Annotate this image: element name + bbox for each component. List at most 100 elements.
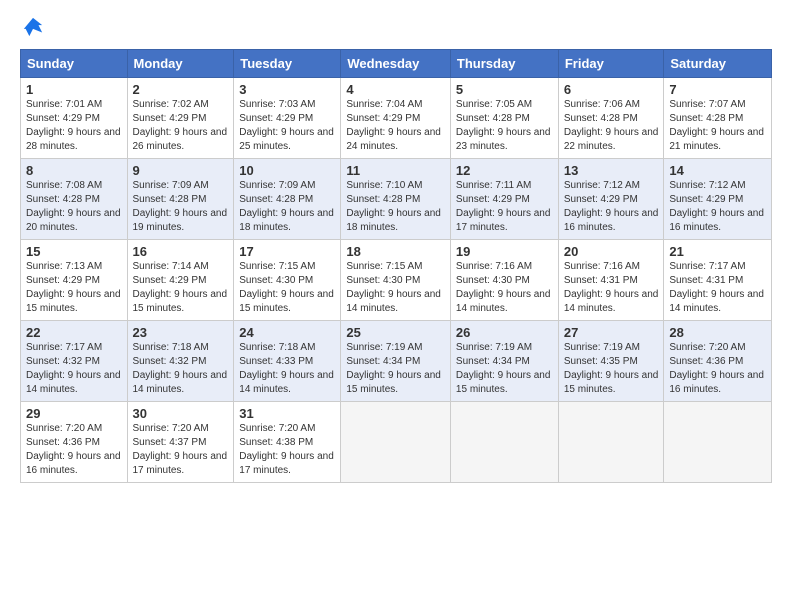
calendar-cell: 23 Sunrise: 7:18 AMSunset: 4:32 PMDayligh…: [127, 321, 234, 402]
cell-info: Sunrise: 7:02 AMSunset: 4:29 PMDaylight:…: [133, 99, 228, 152]
cell-info: Sunrise: 7:19 AMSunset: 4:34 PMDaylight:…: [346, 342, 441, 395]
calendar-header-wednesday: Wednesday: [341, 50, 451, 78]
calendar-cell: 14 Sunrise: 7:12 AMSunset: 4:29 PMDayligh…: [664, 159, 772, 240]
cell-info: Sunrise: 7:17 AMSunset: 4:31 PMDaylight:…: [669, 261, 764, 314]
calendar-cell: 10 Sunrise: 7:09 AMSunset: 4:28 PMDayligh…: [234, 159, 341, 240]
calendar-cell: 13 Sunrise: 7:12 AMSunset: 4:29 PMDayligh…: [558, 159, 664, 240]
calendar-cell: 16 Sunrise: 7:14 AMSunset: 4:29 PMDayligh…: [127, 240, 234, 321]
calendar-cell: 11 Sunrise: 7:10 AMSunset: 4:28 PMDayligh…: [341, 159, 451, 240]
cell-info: Sunrise: 7:11 AMSunset: 4:29 PMDaylight:…: [456, 180, 551, 233]
logo-text: [20, 16, 44, 43]
cell-info: Sunrise: 7:07 AMSunset: 4:28 PMDaylight:…: [669, 99, 764, 152]
day-number: 27: [564, 325, 659, 340]
day-number: 11: [346, 163, 445, 178]
cell-info: Sunrise: 7:12 AMSunset: 4:29 PMDaylight:…: [669, 180, 764, 233]
day-number: 5: [456, 82, 553, 97]
cell-info: Sunrise: 7:01 AMSunset: 4:29 PMDaylight:…: [26, 99, 121, 152]
cell-info: Sunrise: 7:19 AMSunset: 4:34 PMDaylight:…: [456, 342, 551, 395]
cell-info: Sunrise: 7:06 AMSunset: 4:28 PMDaylight:…: [564, 99, 659, 152]
day-number: 10: [239, 163, 335, 178]
page: SundayMondayTuesdayWednesdayThursdayFrid…: [0, 0, 792, 493]
calendar-cell: 12 Sunrise: 7:11 AMSunset: 4:29 PMDayligh…: [450, 159, 558, 240]
calendar-header-monday: Monday: [127, 50, 234, 78]
cell-info: Sunrise: 7:09 AMSunset: 4:28 PMDaylight:…: [239, 180, 334, 233]
calendar-week-row: 22Sunrise: 7:17 AMSunset: 4:32 PMDayligh…: [21, 321, 772, 402]
calendar-cell: 28 Sunrise: 7:20 AMSunset: 4:36 PMDayligh…: [664, 321, 772, 402]
calendar-week-row: 29 Sunrise: 7:20 AMSunset: 4:36 PMDayligh…: [21, 402, 772, 483]
calendar-cell: 21Sunrise: 7:17 AMSunset: 4:31 PMDayligh…: [664, 240, 772, 321]
cell-info: Sunrise: 7:18 AMSunset: 4:32 PMDaylight:…: [133, 342, 228, 395]
day-number: 15: [26, 244, 122, 259]
cell-info: Sunrise: 7:13 AMSunset: 4:29 PMDaylight:…: [26, 261, 121, 314]
day-number: 14: [669, 163, 766, 178]
header: [20, 16, 772, 43]
cell-info: Sunrise: 7:16 AMSunset: 4:31 PMDaylight:…: [564, 261, 659, 314]
calendar-cell: 20 Sunrise: 7:16 AMSunset: 4:31 PMDayligh…: [558, 240, 664, 321]
calendar-cell: 7 Sunrise: 7:07 AMSunset: 4:28 PMDaylight…: [664, 78, 772, 159]
calendar-cell: 24Sunrise: 7:18 AMSunset: 4:33 PMDayligh…: [234, 321, 341, 402]
day-number: 13: [564, 163, 659, 178]
calendar-cell: [664, 402, 772, 483]
day-number: 28: [669, 325, 766, 340]
cell-info: Sunrise: 7:03 AMSunset: 4:29 PMDaylight:…: [239, 99, 334, 152]
cell-info: Sunrise: 7:05 AMSunset: 4:28 PMDaylight:…: [456, 99, 551, 152]
cell-info: Sunrise: 7:14 AMSunset: 4:29 PMDaylight:…: [133, 261, 228, 314]
cell-info: Sunrise: 7:20 AMSunset: 4:36 PMDaylight:…: [669, 342, 764, 395]
calendar-cell: 6 Sunrise: 7:06 AMSunset: 4:28 PMDaylight…: [558, 78, 664, 159]
cell-info: Sunrise: 7:17 AMSunset: 4:32 PMDaylight:…: [26, 342, 121, 395]
cell-info: Sunrise: 7:15 AMSunset: 4:30 PMDaylight:…: [346, 261, 441, 314]
calendar-week-row: 1 Sunrise: 7:01 AMSunset: 4:29 PMDaylight…: [21, 78, 772, 159]
day-number: 31: [239, 406, 335, 421]
day-number: 18: [346, 244, 445, 259]
cell-info: Sunrise: 7:20 AMSunset: 4:38 PMDaylight:…: [239, 423, 334, 476]
cell-info: Sunrise: 7:12 AMSunset: 4:29 PMDaylight:…: [564, 180, 659, 233]
day-number: 26: [456, 325, 553, 340]
day-number: 30: [133, 406, 229, 421]
calendar-cell: 18 Sunrise: 7:15 AMSunset: 4:30 PMDayligh…: [341, 240, 451, 321]
calendar-cell: 19Sunrise: 7:16 AMSunset: 4:30 PMDayligh…: [450, 240, 558, 321]
calendar-cell: [450, 402, 558, 483]
cell-info: Sunrise: 7:15 AMSunset: 4:30 PMDaylight:…: [239, 261, 334, 314]
calendar-header-thursday: Thursday: [450, 50, 558, 78]
calendar-cell: 25 Sunrise: 7:19 AMSunset: 4:34 PMDayligh…: [341, 321, 451, 402]
cell-info: Sunrise: 7:10 AMSunset: 4:28 PMDaylight:…: [346, 180, 441, 233]
calendar-header-friday: Friday: [558, 50, 664, 78]
cell-info: Sunrise: 7:20 AMSunset: 4:37 PMDaylight:…: [133, 423, 228, 476]
day-number: 23: [133, 325, 229, 340]
calendar-cell: 9 Sunrise: 7:09 AMSunset: 4:28 PMDaylight…: [127, 159, 234, 240]
calendar-cell: 3 Sunrise: 7:03 AMSunset: 4:29 PMDaylight…: [234, 78, 341, 159]
day-number: 29: [26, 406, 122, 421]
calendar-header-saturday: Saturday: [664, 50, 772, 78]
day-number: 9: [133, 163, 229, 178]
day-number: 24: [239, 325, 335, 340]
calendar-cell: 4 Sunrise: 7:04 AMSunset: 4:29 PMDaylight…: [341, 78, 451, 159]
day-number: 17: [239, 244, 335, 259]
cell-info: Sunrise: 7:09 AMSunset: 4:28 PMDaylight:…: [133, 180, 228, 233]
day-number: 16: [133, 244, 229, 259]
calendar-week-row: 15 Sunrise: 7:13 AMSunset: 4:29 PMDayligh…: [21, 240, 772, 321]
cell-info: Sunrise: 7:20 AMSunset: 4:36 PMDaylight:…: [26, 423, 121, 476]
cell-info: Sunrise: 7:04 AMSunset: 4:29 PMDaylight:…: [346, 99, 441, 152]
day-number: 8: [26, 163, 122, 178]
calendar-cell: 26 Sunrise: 7:19 AMSunset: 4:34 PMDayligh…: [450, 321, 558, 402]
calendar-cell: 22Sunrise: 7:17 AMSunset: 4:32 PMDayligh…: [21, 321, 128, 402]
calendar-table: SundayMondayTuesdayWednesdayThursdayFrid…: [20, 49, 772, 483]
day-number: 6: [564, 82, 659, 97]
day-number: 12: [456, 163, 553, 178]
day-number: 20: [564, 244, 659, 259]
calendar-cell: 29 Sunrise: 7:20 AMSunset: 4:36 PMDayligh…: [21, 402, 128, 483]
calendar-cell: [341, 402, 451, 483]
calendar-cell: 2Sunrise: 7:02 AMSunset: 4:29 PMDaylight…: [127, 78, 234, 159]
cell-info: Sunrise: 7:19 AMSunset: 4:35 PMDaylight:…: [564, 342, 659, 395]
day-number: 3: [239, 82, 335, 97]
day-number: 1: [26, 82, 122, 97]
calendar-cell: 1 Sunrise: 7:01 AMSunset: 4:29 PMDaylight…: [21, 78, 128, 159]
day-number: 19: [456, 244, 553, 259]
day-number: 7: [669, 82, 766, 97]
calendar-cell: 17 Sunrise: 7:15 AMSunset: 4:30 PMDayligh…: [234, 240, 341, 321]
day-number: 4: [346, 82, 445, 97]
calendar-cell: 5 Sunrise: 7:05 AMSunset: 4:28 PMDaylight…: [450, 78, 558, 159]
calendar-cell: 31 Sunrise: 7:20 AMSunset: 4:38 PMDayligh…: [234, 402, 341, 483]
calendar-cell: 8Sunrise: 7:08 AMSunset: 4:28 PMDaylight…: [21, 159, 128, 240]
day-number: 25: [346, 325, 445, 340]
